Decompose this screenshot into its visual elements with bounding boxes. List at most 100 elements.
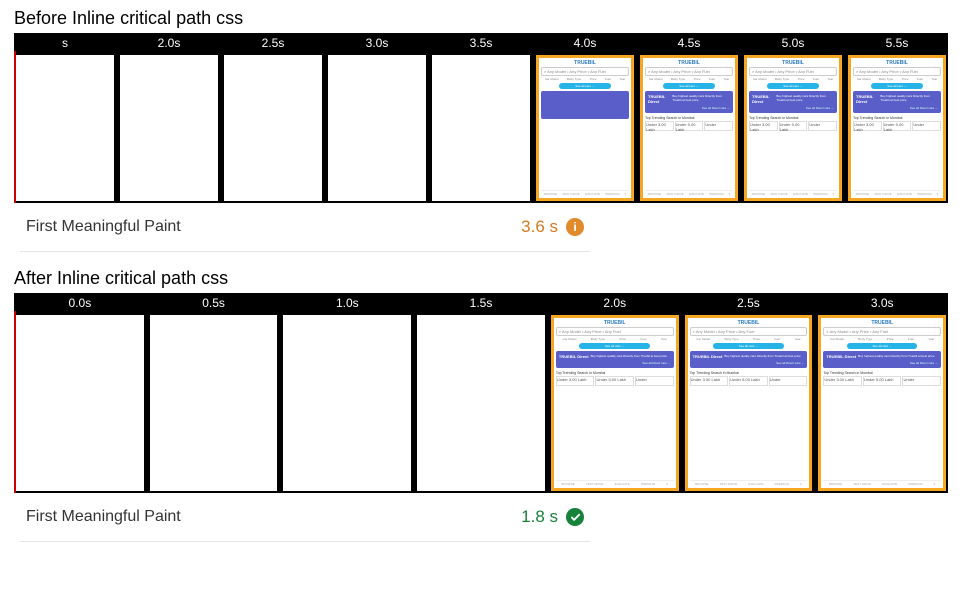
tab-item[interactable]: ≡ bbox=[937, 192, 939, 196]
search-input[interactable]: ⌕ Any Model • Any Price • Any Fuel bbox=[853, 67, 941, 76]
filter-pill[interactable]: Car Model bbox=[753, 77, 767, 81]
search-input[interactable]: ⌕ Any Model • Any Price • Any Fuel bbox=[749, 67, 837, 76]
banner-link[interactable]: See all Direct cars → bbox=[648, 106, 730, 110]
car-card[interactable]: Under bbox=[808, 121, 837, 131]
banner-link[interactable]: See all Direct cars → bbox=[856, 106, 938, 110]
car-card[interactable]: Under 3.00 Lakh bbox=[690, 376, 729, 386]
frame-thumbnail[interactable]: TRUEBIL⌕ Any Model • Any Price • Any Fue… bbox=[848, 55, 946, 201]
filter-pill[interactable]: Body Type bbox=[775, 77, 789, 81]
tab-item[interactable]: ≡ bbox=[625, 192, 627, 196]
filter-pill[interactable]: Year bbox=[661, 337, 667, 341]
tab-item[interactable]: TEST DRIVE bbox=[666, 192, 684, 196]
filter-pill[interactable]: Price bbox=[694, 77, 701, 81]
car-card[interactable]: Under bbox=[635, 376, 674, 386]
direct-banner[interactable]: TRUEBIL DirectBuy highest quality cars D… bbox=[645, 91, 733, 113]
filter-pill[interactable]: Fuel bbox=[709, 77, 715, 81]
frame-thumbnail[interactable]: TRUEBIL⌕ Any Model • Any Price • Any Fue… bbox=[685, 315, 813, 491]
direct-banner[interactable]: TRUEBIL DirectBuy highest quality cars D… bbox=[541, 91, 629, 119]
see-all-cars-button[interactable]: See all cars → bbox=[713, 343, 784, 349]
tab-item[interactable]: EVALUATE bbox=[882, 482, 897, 486]
tab-item[interactable]: BROWSE bbox=[561, 482, 574, 486]
car-card[interactable]: Under 5.00 Lakh bbox=[675, 121, 704, 131]
direct-banner[interactable]: TRUEBIL DirectBuy highest quality cars D… bbox=[556, 351, 674, 368]
banner-link[interactable]: See all Direct cars → bbox=[693, 361, 805, 365]
filter-pill[interactable]: Fuel bbox=[774, 337, 780, 341]
search-input[interactable]: ⌕ Any Model • Any Price • Any Fuel bbox=[541, 67, 629, 76]
frame-thumbnail[interactable]: TRUEBIL⌕ Any Model • Any Price • Any Fue… bbox=[744, 55, 842, 201]
see-all-cars-button[interactable]: See all cars → bbox=[871, 83, 924, 89]
frame-thumbnail[interactable] bbox=[432, 55, 530, 201]
frame-thumbnail[interactable]: TRUEBIL⌕ Any Model • Any Price • Any Fue… bbox=[818, 315, 946, 491]
filter-pill[interactable]: Price bbox=[887, 337, 894, 341]
tab-item[interactable]: TEST DRIVE bbox=[770, 192, 788, 196]
car-card[interactable]: Under bbox=[912, 121, 941, 131]
check-icon[interactable] bbox=[566, 508, 584, 526]
tab-item[interactable]: EVALUATE bbox=[689, 192, 704, 196]
search-input[interactable]: ⌕ Any Model • Any Price • Any Fuel bbox=[645, 67, 733, 76]
filter-pill[interactable]: Year bbox=[795, 337, 801, 341]
search-input[interactable]: ⌕ Any Model • Any Price • Any Fuel bbox=[556, 327, 674, 336]
car-card[interactable]: Under 3.00 Lakh bbox=[749, 121, 778, 131]
tab-item[interactable]: ≡ bbox=[833, 192, 835, 196]
tab-item[interactable]: EVALUATE bbox=[897, 192, 912, 196]
see-all-cars-button[interactable]: See all cars → bbox=[579, 343, 650, 349]
frame-thumbnail[interactable]: TRUEBIL⌕ Any Model • Any Price • Any Fue… bbox=[640, 55, 738, 201]
tab-item[interactable]: BROWSE bbox=[695, 482, 708, 486]
tab-item[interactable]: EVALUATE bbox=[748, 482, 763, 486]
car-card[interactable]: Under 3.00 Lakh bbox=[823, 376, 862, 386]
filter-pill[interactable]: Body Type bbox=[567, 77, 581, 81]
see-all-cars-button[interactable]: See all cars → bbox=[559, 83, 612, 89]
filter-pill[interactable]: Body Type bbox=[671, 77, 685, 81]
tab-item[interactable]: ≡ bbox=[934, 482, 936, 486]
car-card[interactable]: Under bbox=[902, 376, 941, 386]
see-all-cars-button[interactable]: See all cars → bbox=[663, 83, 716, 89]
car-card[interactable]: Under 3.00 Lakh bbox=[556, 376, 595, 386]
filter-pill[interactable]: Year bbox=[619, 77, 625, 81]
car-card[interactable]: Under 5.00 Lakh bbox=[595, 376, 634, 386]
filter-pill[interactable]: Price bbox=[753, 337, 760, 341]
tab-item[interactable]: TEST DRIVE bbox=[874, 192, 892, 196]
tab-item[interactable]: PREMIUM bbox=[917, 192, 931, 196]
tab-item[interactable]: ≡ bbox=[666, 482, 668, 486]
tab-item[interactable]: PREMIUM bbox=[813, 192, 827, 196]
filter-pill[interactable]: Car Model bbox=[857, 77, 871, 81]
filter-pill[interactable]: Year bbox=[928, 337, 934, 341]
tab-item[interactable]: PREMIUM bbox=[709, 192, 723, 196]
filter-pill[interactable]: Car Model bbox=[649, 77, 663, 81]
direct-banner[interactable]: TRUEBIL DirectBuy highest quality cars D… bbox=[823, 351, 941, 368]
frame-thumbnail[interactable] bbox=[328, 55, 426, 201]
car-card[interactable]: Under 3.00 Lakh bbox=[645, 121, 674, 131]
filter-pill[interactable]: Fuel bbox=[813, 77, 819, 81]
tab-item[interactable]: TEST DRIVE bbox=[586, 482, 604, 486]
filter-pill[interactable]: Fuel bbox=[641, 337, 647, 341]
filter-pill[interactable]: Body Type bbox=[725, 337, 739, 341]
frame-thumbnail[interactable] bbox=[283, 315, 411, 491]
tab-item[interactable]: BROWSE bbox=[648, 192, 661, 196]
filter-pill[interactable]: Year bbox=[827, 77, 833, 81]
tab-item[interactable]: TEST DRIVE bbox=[562, 192, 580, 196]
car-card[interactable]: Under 5.00 Lakh bbox=[729, 376, 768, 386]
frame-thumbnail[interactable] bbox=[224, 55, 322, 201]
tab-item[interactable]: TEST DRIVE bbox=[720, 482, 738, 486]
tab-item[interactable]: PREMIUM bbox=[775, 482, 789, 486]
tab-item[interactable]: ≡ bbox=[729, 192, 731, 196]
car-card[interactable]: Under bbox=[704, 121, 733, 131]
banner-link[interactable]: See all Direct cars → bbox=[826, 361, 938, 365]
search-input[interactable]: ⌕ Any Model • Any Price • Any Fuel bbox=[823, 327, 941, 336]
frame-thumbnail[interactable] bbox=[150, 315, 278, 491]
tab-item[interactable]: EVALUATE bbox=[615, 482, 630, 486]
filter-pill[interactable]: Price bbox=[619, 337, 626, 341]
tab-item[interactable]: BROWSE bbox=[856, 192, 869, 196]
banner-link[interactable]: See all Direct cars → bbox=[752, 106, 834, 110]
filter-pill[interactable]: Year bbox=[931, 77, 937, 81]
frame-thumbnail[interactable] bbox=[16, 315, 144, 491]
filter-pill[interactable]: Car Model bbox=[563, 337, 577, 341]
tab-item[interactable]: BROWSE bbox=[752, 192, 765, 196]
filter-pill[interactable]: Price bbox=[590, 77, 597, 81]
frame-thumbnail[interactable] bbox=[417, 315, 545, 491]
banner-link[interactable]: See all Direct cars → bbox=[559, 361, 671, 365]
tab-item[interactable]: PREMIUM bbox=[641, 482, 655, 486]
filter-pill[interactable]: Price bbox=[902, 77, 909, 81]
frame-thumbnail[interactable]: TRUEBIL⌕ Any Model • Any Price • Any Fue… bbox=[536, 55, 634, 201]
tab-item[interactable]: BROWSE bbox=[829, 482, 842, 486]
